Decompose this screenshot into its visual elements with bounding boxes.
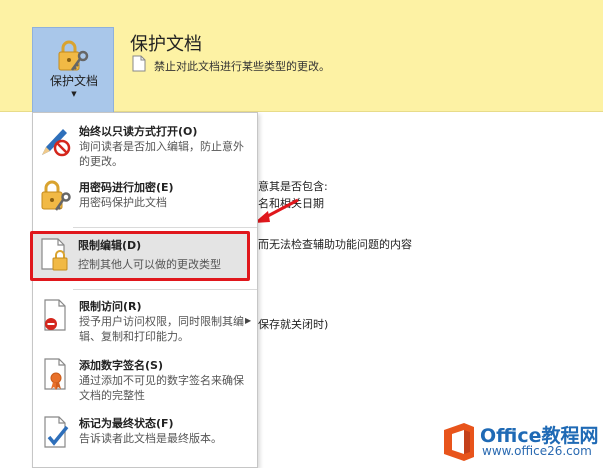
menu-divider <box>73 289 257 290</box>
menu-item-encrypt-with-password[interactable]: 用密码进行加密(E) 用密码保护此文档 <box>33 175 257 223</box>
menu-item-description: 用密码保护此文档 <box>79 196 167 209</box>
menu-item-title: 标记为最终状态(F) <box>79 417 174 430</box>
menu-item-description: 授予用户访问权限，同时限制其编辑、复制和打印能力。 <box>79 315 244 343</box>
menu-item-restrict-access[interactable]: 限制访问(R) 授予用户访问权限，同时限制其编辑、复制和打印能力。 ▶ <box>33 294 257 352</box>
menu-item-title: 添加数字签名(S) <box>79 359 163 372</box>
menu-divider <box>73 227 257 228</box>
banner-description: 禁止对此文档进行某些类型的更改。 <box>154 60 330 73</box>
document-check-icon <box>39 415 73 451</box>
menu-item-title: 始终以只读方式打开(O) <box>79 125 198 138</box>
menu-item-description: 询问读者是否加入编辑，防止意外的更改。 <box>79 140 244 168</box>
red-highlight-box <box>30 231 250 281</box>
lock-key-icon <box>55 40 93 74</box>
banner-title: 保护文档 <box>130 34 202 55</box>
background-text: 意其是否包含: <box>258 180 328 193</box>
watermark-url: www.office26.com <box>482 444 592 458</box>
menu-item-mark-as-final[interactable]: 标记为最终状态(F) 告诉读者此文档是最终版本。 <box>33 411 257 461</box>
document-ribbon-icon <box>39 357 73 393</box>
chevron-down-icon: ▼ <box>71 90 77 98</box>
lock-key-icon <box>39 179 73 215</box>
menu-item-always-open-read-only[interactable]: 始终以只读方式打开(O) 询问读者是否加入编辑，防止意外的更改。 <box>33 119 257 175</box>
menu-item-description: 告诉读者此文档是最终版本。 <box>79 432 222 445</box>
protect-document-button-label: 保护文档 <box>49 74 98 88</box>
menu-item-title: 用密码进行加密(E) <box>79 181 174 194</box>
menu-item-add-digital-signature[interactable]: 添加数字签名(S) 通过添加不可见的数字签名来确保文档的完整性 <box>33 353 257 409</box>
protect-document-menu: 始终以只读方式打开(O) 询问读者是否加入编辑，防止意外的更改。 用密码进行加密… <box>32 112 258 468</box>
pencil-no-icon <box>39 123 73 159</box>
document-icon <box>132 55 146 72</box>
document-restricted-icon <box>39 298 73 334</box>
menu-item-description: 通过添加不可见的数字签名来确保文档的完整性 <box>79 374 244 402</box>
menu-item-title: 限制访问(R) <box>79 300 142 313</box>
protect-document-button[interactable]: 保护文档 ▼ <box>32 27 114 113</box>
office-logo-icon <box>444 423 474 461</box>
background-text: 而无法检查辅助功能问题的内容 <box>258 238 412 251</box>
background-text: 保存就关闭时) <box>258 318 329 331</box>
submenu-arrow-icon: ▶ <box>245 316 252 325</box>
